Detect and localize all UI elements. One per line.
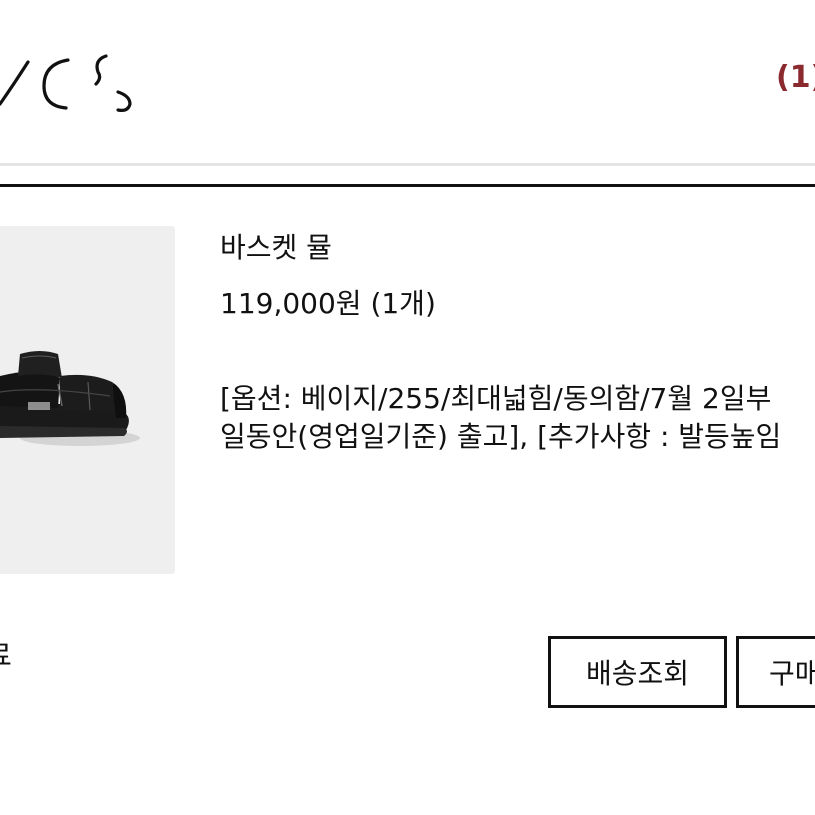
- header-divider: [0, 163, 815, 166]
- track-delivery-button[interactable]: 배송조회: [548, 636, 727, 708]
- product-options-line: [옵션: 베이지/255/최대넓힘/동의함/7월 2일부: [220, 382, 772, 415]
- product-name[interactable]: 바스켓 뮬: [220, 226, 332, 266]
- section-divider: [0, 184, 815, 187]
- purchase-confirm-button[interactable]: 구매: [736, 636, 815, 708]
- product-options-line: 일동안(영업일기준) 출고], [추가사항 : 발등높임: [220, 420, 782, 453]
- order-detail-page: (1) 바스켓 뮬 119,000원 (1개) [옵션: 베이지/255/최대넓…: [0, 0, 815, 815]
- sandal-product-image: [0, 351, 140, 446]
- product-price: 119,000원 (1개): [220, 287, 436, 320]
- header: (1): [0, 0, 815, 166]
- product-image[interactable]: [0, 226, 175, 574]
- product-options: [옵션: 베이지/255/최대넓힘/동의함/7월 2일부 일동안(영업일기준) …: [220, 380, 815, 456]
- order-status-text: 료: [0, 634, 12, 674]
- brand-logo-icon[interactable]: [0, 40, 146, 120]
- cart-count-badge[interactable]: (1): [776, 60, 815, 95]
